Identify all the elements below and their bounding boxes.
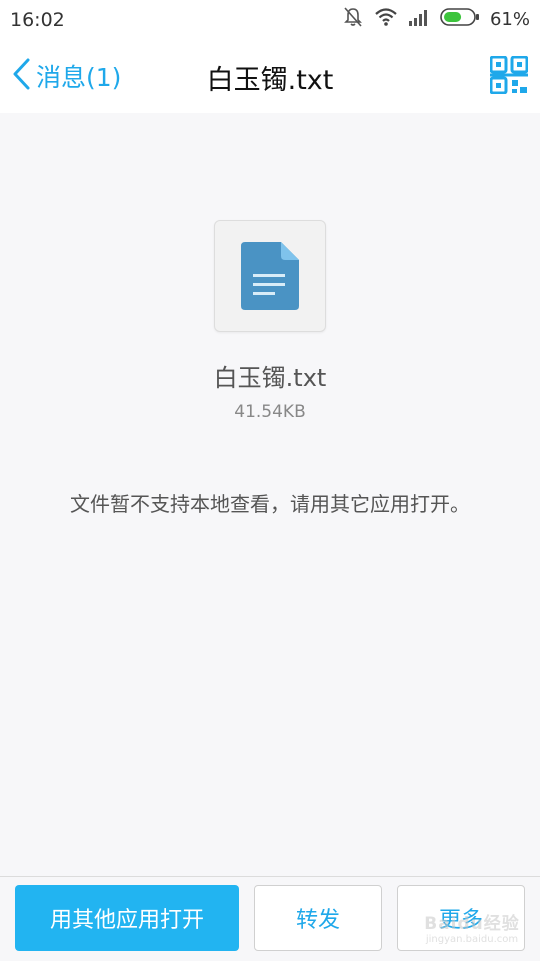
unsupported-message: 文件暂不支持本地查看，请用其它应用打开。 [70,492,470,516]
page-title: 白玉镯.txt [206,65,334,96]
forward-button[interactable]: 转发 [254,885,382,951]
baidu-jingyan-watermark: Baidu经验 jingyan.baidu.com [422,907,522,947]
file-icon-box [214,220,326,332]
file-preview: 白玉镯.txt 41.54KB 文件暂不支持本地查看，请用其它应用打开。 [0,113,540,876]
status-time: 16:02 [10,9,65,31]
wifi-icon [374,7,398,31]
battery-icon [440,7,480,31]
file-name: 白玉镯.txt [213,364,327,392]
bell-off-icon [342,6,364,32]
watermark-line2: jingyan.baidu.com [425,934,519,945]
watermark-line1: Baidu经验 [424,914,520,934]
status-bar: 16:02 61% [0,0,540,38]
action-bar: 用其他应用打开 转发 更多 Baidu经验 jingyan.baidu.com [0,876,540,961]
signal-icon [408,8,430,30]
open-with-other-app-button[interactable]: 用其他应用打开 [15,885,239,951]
nav-bar: 消息(1) 白玉镯.txt [0,38,540,113]
status-icons: 61% [342,7,530,31]
battery-percent: 61% [489,8,530,30]
text-document-icon [241,242,299,314]
qr-code-icon[interactable] [489,55,529,95]
file-size: 41.54KB [234,402,306,422]
